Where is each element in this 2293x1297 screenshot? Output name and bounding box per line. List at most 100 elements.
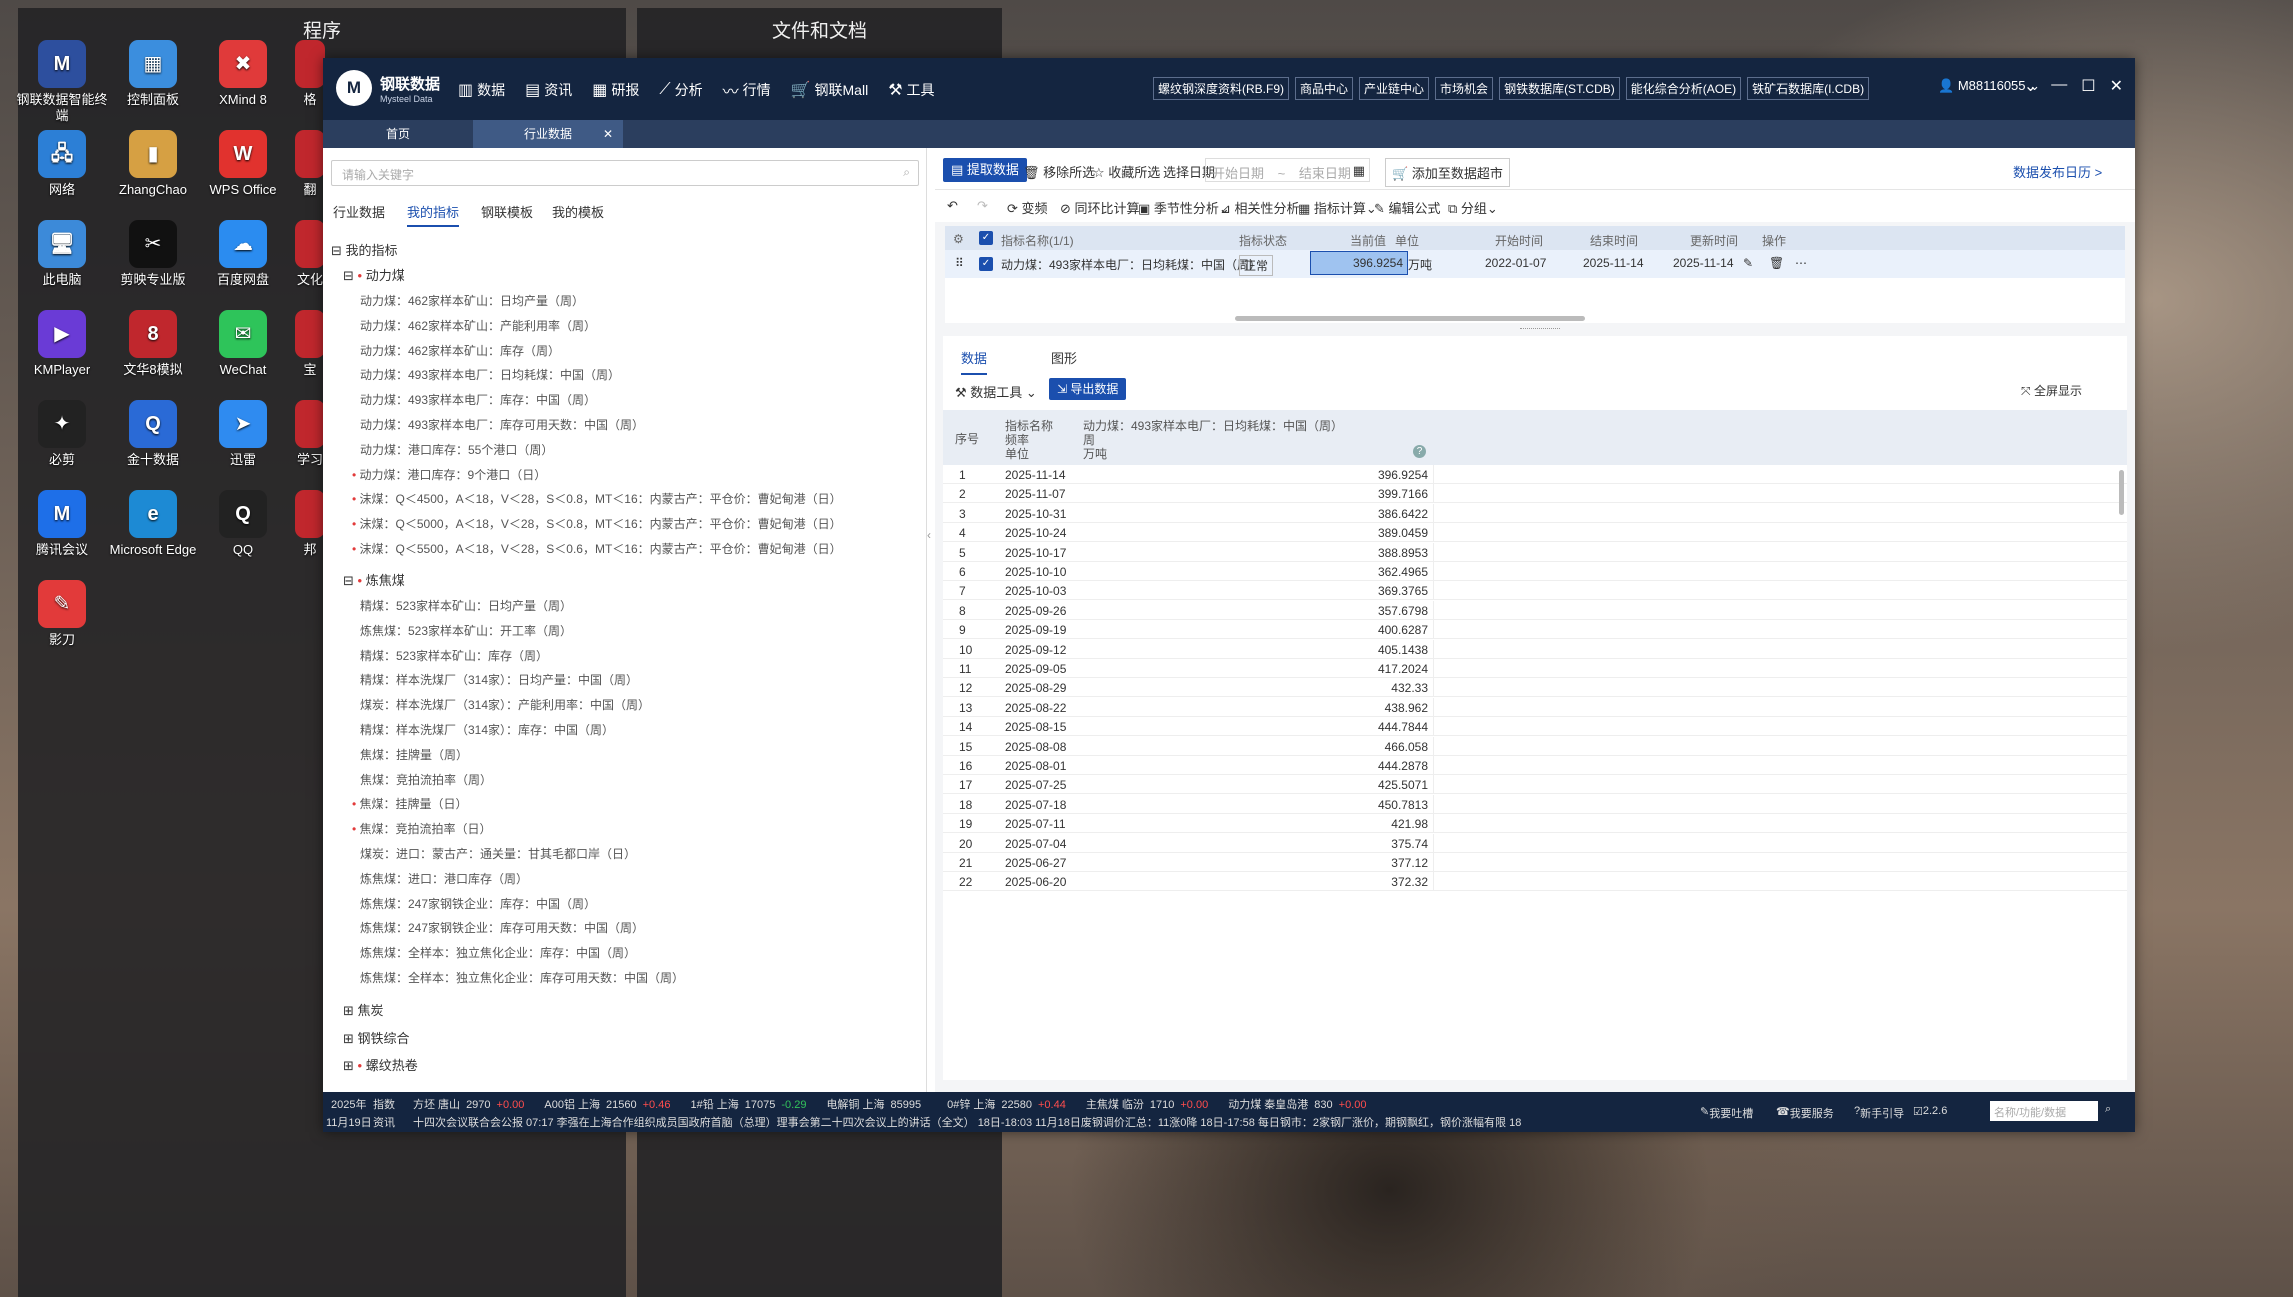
vertical-scrollbar[interactable] (2119, 470, 2124, 515)
tree-indicator-item[interactable]: 动力煤：493家样本电厂：库存：中国（周） (360, 391, 596, 408)
row-current-value[interactable]: 396.9254 (1310, 251, 1408, 275)
tree-indicator-item[interactable]: 动力煤：462家样本矿山：日均产量（周） (360, 292, 584, 309)
splitter-handle[interactable] (1520, 328, 1560, 331)
quick-link[interactable]: 铁矿石数据库(I.CDB) (1747, 77, 1870, 100)
help-icon[interactable]: ? (1413, 445, 1426, 458)
toolbar-tool[interactable]: ⟳ 变频 (1007, 198, 1048, 217)
table-row[interactable]: 10 2025-09-12 405.1438 (943, 639, 2127, 659)
table-row[interactable]: 20 2025-07-04 375.74 (943, 833, 2127, 853)
toolbar-tool[interactable]: ⊿ 相关性分析 (1220, 198, 1300, 217)
table-row[interactable]: 7 2025-10-03 369.3765 (943, 581, 2127, 601)
maximize-icon[interactable]: ☐ (2081, 76, 2095, 96)
minimize-icon[interactable]: — (2051, 76, 2067, 96)
tree-indicator-item[interactable]: 焦煤：竞拍流拍率（周） (360, 771, 492, 788)
tree-category-collapsed[interactable]: ⊞ 钢铁综合 (343, 1028, 410, 1047)
tab-close-icon[interactable]: ✕ (603, 120, 613, 148)
tree-indicator-item[interactable]: 精煤：523家样本矿山：库存（周） (360, 647, 548, 664)
toolbar-tool[interactable]: ⧉ 分组⌄ (1448, 198, 1498, 217)
tree-category-thermal-coal[interactable]: ⊟ • 动力煤 (343, 265, 405, 284)
table-row[interactable]: 6 2025-10-10 362.4965 (943, 562, 2127, 581)
ticker-item[interactable]: 主焦煤 临汾 1710 +0.00 (1086, 1099, 1208, 1111)
menu-item[interactable]: 〰行情 (723, 78, 771, 102)
tree-indicator-item[interactable]: 炼焦煤：247家钢铁企业：库存可用天数：中国（周） (360, 919, 644, 936)
search-input[interactable]: 请输入关键字 ⌕ (331, 160, 919, 186)
tree-category-collapsed[interactable]: ⊞ • 螺纹热卷 (343, 1055, 418, 1074)
expand-icon[interactable]: ⌄ (2024, 76, 2037, 96)
collect-selected-button[interactable]: ☆ 收藏所选 (1093, 162, 1160, 181)
row-checkbox[interactable]: ✓ (979, 257, 993, 271)
tree-indicator-item[interactable]: 煤炭：进口：蒙古产：通关量：甘其毛都口岸（日） (360, 845, 636, 862)
quick-link[interactable]: 商品中心 (1295, 77, 1354, 100)
settings-icon[interactable]: ⚙ (953, 232, 964, 246)
add-to-market-button[interactable]: 🛒 添加至数据超市 (1385, 158, 1510, 187)
left-tab-industry[interactable]: 行业数据 (333, 202, 385, 221)
feedback-button[interactable]: ✎ 我要吐槽 (1700, 1105, 1753, 1120)
table-row[interactable]: 18 2025-07-18 450.7813 (943, 794, 2127, 814)
chart-tab[interactable]: 图形 (1051, 348, 1077, 367)
tree-indicator-item[interactable]: 动力煤：462家样本矿山：产能利用率（周） (360, 317, 596, 334)
fullscreen-button[interactable]: ⤧ 全屏显示 (2021, 382, 2082, 399)
table-row[interactable]: 13 2025-08-22 438.962 (943, 697, 2127, 717)
menu-item[interactable]: ▦ 研报 (592, 78, 639, 102)
menu-item[interactable]: ⟋ 分析 (659, 78, 702, 102)
tree-indicator-item[interactable]: 动力煤：493家样本电厂：日均耗煤：中国（周） (360, 366, 620, 383)
data-tools-menu[interactable]: ⚒ 数据工具 ⌄ (955, 382, 1037, 401)
status-search-input[interactable]: 名称/功能/数据 (1990, 1101, 2098, 1121)
table-row[interactable]: 21 2025-06-27 377.12 (943, 853, 2127, 872)
tree-indicator-item[interactable]: • 沫煤：Q＜5000，A＜18，V＜28，S＜0.8，MT＜16：内蒙古产：平… (352, 515, 842, 532)
quick-link[interactable]: 能化综合分析(AOE) (1625, 77, 1742, 100)
ticker-item[interactable]: 1#铅 上海 17075 -0.29 (690, 1099, 806, 1111)
tree-indicator-item[interactable]: 煤炭：样本洗煤厂（314家）：产能利用率：中国（周） (360, 696, 650, 713)
data-tab[interactable]: 数据 (961, 348, 988, 375)
tree-indicator-item[interactable]: 精煤：样本洗煤厂（314家）：日均产量：中国（周） (360, 671, 638, 688)
expand-icon[interactable]: ⊞ (343, 1031, 358, 1046)
indicator-grid-row[interactable]: ⠿ ✓ 动力煤：493家样本电厂：日均耗煤：中国（周） 正常 396.9254 … (945, 250, 2125, 278)
ticker-strip[interactable]: 方坯 唐山 2970 +0.00 A00铝 上海 21560 +0.46 1#铅 上海 170… (413, 1096, 1386, 1112)
panel-collapse-handle[interactable]: ‹ (927, 528, 935, 558)
table-row[interactable]: 5 2025-10-17 388.8953 (943, 542, 2127, 562)
tree-indicator-item[interactable]: 动力煤：493家样本电厂：库存可用天数：中国（周） (360, 416, 644, 433)
tree-indicator-item[interactable]: • 沫煤：Q＜5500，A＜18，V＜28，S＜0.6，MT＜16：内蒙古产：平… (352, 540, 842, 557)
ticker-item[interactable]: 0#锌 上海 22580 +0.44 (947, 1099, 1066, 1111)
news-ticker[interactable]: 十四次会议联合会公报 07:17 李强在上海合作组织成员国政府首脑（总理）理事会… (413, 1114, 1593, 1130)
toolbar-tool[interactable]: ▣ 季节性分析⌄ (1138, 198, 1230, 217)
delete-icon[interactable]: 🗑 (1769, 256, 1784, 270)
tree-indicator-item[interactable]: 炼焦煤：进口：港口库存（周） (360, 870, 528, 887)
more-icon[interactable]: ⋯ (1795, 256, 1807, 270)
desktop-icon[interactable]: ✖ XMind 8 (195, 40, 291, 108)
collapse-icon[interactable]: ⊟ (343, 573, 354, 588)
menu-item[interactable]: 🛒 钢联Mall (791, 78, 869, 102)
tree-category-collapsed[interactable]: ⊞ 焦炭 (343, 1000, 384, 1019)
quick-link[interactable]: 市场机会 (1435, 77, 1494, 100)
desktop-icon[interactable]: ✦ 必剪 (14, 400, 110, 468)
table-row[interactable]: 22 2025-06-20 372.32 (943, 872, 2127, 892)
date-range-input[interactable]: 开始日期 ~ 结束日期 ▦ (1205, 158, 1370, 182)
drag-handle-icon[interactable]: ⠿ (955, 256, 964, 270)
ticker-item[interactable]: 动力煤 秦皇岛港 830 +0.00 (1228, 1099, 1366, 1111)
toolbar-tool[interactable]: ⊘ 同环比计算 (1060, 198, 1140, 217)
menu-item[interactable]: ⚒ 工具 (888, 78, 934, 102)
table-row[interactable]: 9 2025-09-19 400.6287 (943, 620, 2127, 640)
app-logo[interactable]: M 钢联数据 Mysteel Data (336, 70, 440, 106)
close-icon[interactable]: ✕ (2110, 76, 2123, 96)
desktop-icon[interactable]: ▮ ZhangChao (105, 130, 201, 198)
tab-home[interactable]: 首页 (323, 120, 473, 148)
tree-root[interactable]: ⊟ 我的指标 (331, 240, 398, 259)
table-row[interactable]: 1 2025-11-14 396.9254 (943, 465, 2127, 484)
tree-indicator-item[interactable]: 炼焦煤：247家钢铁企业：库存：中国（周） (360, 895, 596, 912)
tab-industry-data[interactable]: 行业数据 ✕ (473, 120, 623, 148)
table-row[interactable]: 8 2025-09-26 357.6798 (943, 600, 2127, 620)
tree-indicator-item[interactable]: 炼焦煤：全样本：独立焦化企业：库存可用天数：中国（周） (360, 969, 684, 986)
tree-indicator-item[interactable]: 炼焦煤：523家样本矿山：开工率（周） (360, 622, 572, 639)
edit-icon[interactable]: ✎ (1743, 256, 1753, 270)
quick-link[interactable]: 螺纹钢深度资料(RB.F9) (1153, 77, 1290, 100)
table-row[interactable]: 14 2025-08-15 444.7844 (943, 717, 2127, 737)
tree-indicator-item[interactable]: • 动力煤：港口库存：9个港口（日） (352, 466, 546, 483)
table-row[interactable]: 16 2025-08-01 444.2878 (943, 756, 2127, 775)
desktop-icon[interactable]: ▶ KMPlayer (14, 310, 110, 378)
search-icon[interactable]: ⌕ (903, 165, 910, 180)
tree-indicator-item[interactable]: • 焦煤：挂牌量（日） (352, 795, 468, 812)
expand-icon[interactable]: ⊞ (343, 1058, 358, 1073)
table-row[interactable]: 4 2025-10-24 389.0459 (943, 523, 2127, 543)
fetch-data-button[interactable]: ▤ 提取数据 (943, 158, 1027, 182)
